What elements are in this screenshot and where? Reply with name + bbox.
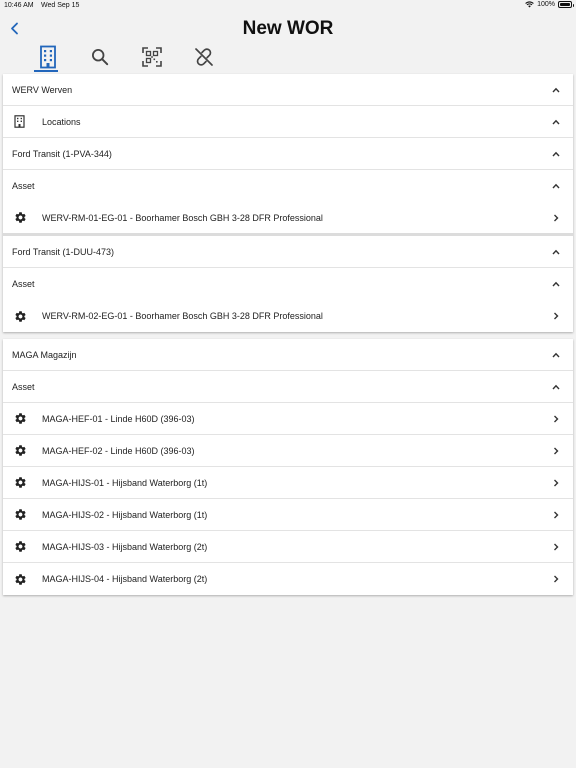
- gear-icon: [15, 413, 26, 424]
- chevron-up-icon: [552, 119, 560, 124]
- chevron-right-icon: [554, 312, 559, 320]
- wifi-icon: [525, 1, 534, 8]
- chevron-right-icon: [554, 214, 559, 221]
- row-label: Asset: [12, 181, 35, 191]
- battery-icon: [558, 1, 574, 8]
- asset-header[interactable]: Asset: [3, 371, 573, 403]
- chevron-up-icon: [552, 87, 560, 92]
- asset-header[interactable]: Asset: [3, 170, 573, 202]
- tab-search[interactable]: [74, 42, 126, 72]
- group-header-vehicle-1[interactable]: Ford Transit (1-PVA-344): [3, 138, 573, 170]
- building-icon: [14, 115, 25, 128]
- row-label: MAGA-HIJS-01 - Hijsband Waterborg (1t): [42, 477, 208, 488]
- building-icon: [40, 45, 56, 69]
- asset-row[interactable]: MAGA-HIJS-04 - Hijsband Waterborg (2t): [3, 563, 573, 595]
- status-time: 10:46 AM: [4, 2, 34, 9]
- group-header-maga[interactable]: MAGA Magazijn: [3, 339, 573, 371]
- asset-row[interactable]: MAGA-HIJS-02 - Hijsband Waterborg (1t): [3, 499, 573, 531]
- row-label: WERV-RM-02-EG-01 - Boorhamer Bosch GBH 3…: [42, 311, 323, 321]
- status-bar: 10:46 AM Wed Sep 15 100%: [0, 0, 576, 12]
- gear-icon: [15, 212, 26, 223]
- gear-icon: [15, 445, 26, 456]
- chevron-up-icon: [552, 384, 560, 389]
- group-header-vehicle-2[interactable]: Ford Transit (1-DUU-473): [3, 236, 573, 268]
- asset-row[interactable]: MAGA-HIJS-01 - Hijsband Waterborg (1t): [3, 467, 573, 499]
- chevron-right-icon: [554, 575, 559, 583]
- row-label: MAGA-HIJS-04 - Hijsband Waterborg (2t): [42, 574, 208, 584]
- qr-scan-icon: [142, 47, 162, 67]
- row-label: WERV-RM-01-EG-01 - Boorhamer Bosch GBH 3…: [42, 212, 323, 223]
- asset-row[interactable]: MAGA-HEF-02 - Linde H60D (396-03): [3, 435, 573, 467]
- row-label: MAGA-HEF-01 - Linde H60D (396-03): [42, 413, 195, 424]
- section-card-maga: MAGA Magazijn Asset MAGA-HEF-01 - Linde …: [3, 339, 573, 595]
- chevron-up-icon: [552, 281, 560, 287]
- status-right: 100%: [525, 1, 574, 8]
- locations-row[interactable]: Locations: [3, 106, 573, 138]
- chevron-right-icon: [554, 511, 559, 518]
- unlink-icon: [195, 48, 213, 66]
- asset-row[interactable]: WERV-RM-02-EG-01 - Boorhamer Bosch GBH 3…: [3, 300, 573, 332]
- chevron-up-icon: [552, 151, 560, 156]
- row-label: WERV Werven: [12, 84, 73, 95]
- row-label: Locations: [42, 116, 81, 127]
- chevron-up-icon: [552, 249, 560, 254]
- row-label: MAGA-HIJS-02 - Hijsband Waterborg (1t): [42, 509, 208, 520]
- tab-unlink[interactable]: [178, 42, 230, 72]
- battery-percent: 100%: [537, 1, 555, 8]
- asset-header[interactable]: Asset: [3, 268, 573, 300]
- section-card-werv: WERV Werven Locations Ford Transit (1-PV…: [3, 74, 573, 332]
- chevron-up-icon: [552, 352, 560, 357]
- chevron-right-icon: [554, 479, 559, 486]
- row-label: Asset: [12, 381, 35, 392]
- asset-row[interactable]: WERV-RM-01-EG-01 - Boorhamer Bosch GBH 3…: [3, 202, 573, 236]
- chevron-up-icon: [552, 183, 560, 189]
- tab-locations[interactable]: [22, 42, 74, 72]
- row-label: MAGA-HIJS-03 - Hijsband Waterborg (2t): [42, 541, 208, 552]
- nav-header: New WOR: [0, 12, 576, 74]
- gear-icon: [15, 573, 26, 585]
- gear-icon: [15, 509, 26, 520]
- chevron-right-icon: [554, 543, 559, 550]
- group-header-werv[interactable]: WERV Werven: [3, 74, 573, 106]
- row-label: MAGA-HEF-02 - Linde H60D (396-03): [42, 445, 195, 456]
- gear-icon: [15, 541, 26, 552]
- row-label: MAGA Magazijn: [12, 349, 77, 360]
- chevron-right-icon: [554, 447, 559, 454]
- asset-row[interactable]: MAGA-HEF-01 - Linde H60D (396-03): [3, 403, 573, 435]
- chevron-right-icon: [554, 415, 559, 422]
- toolbar: [22, 42, 230, 72]
- row-label: Asset: [12, 279, 35, 289]
- gear-icon: [15, 477, 26, 488]
- row-label: Ford Transit (1-PVA-344): [12, 148, 112, 159]
- gear-icon: [15, 310, 26, 322]
- asset-row[interactable]: MAGA-HIJS-03 - Hijsband Waterborg (2t): [3, 531, 573, 563]
- row-label: Ford Transit (1-DUU-473): [12, 246, 115, 257]
- search-icon: [91, 48, 109, 66]
- status-date: Wed Sep 15: [41, 2, 80, 9]
- page-title: New WOR: [242, 18, 334, 39]
- tab-qr-scan[interactable]: [126, 42, 178, 72]
